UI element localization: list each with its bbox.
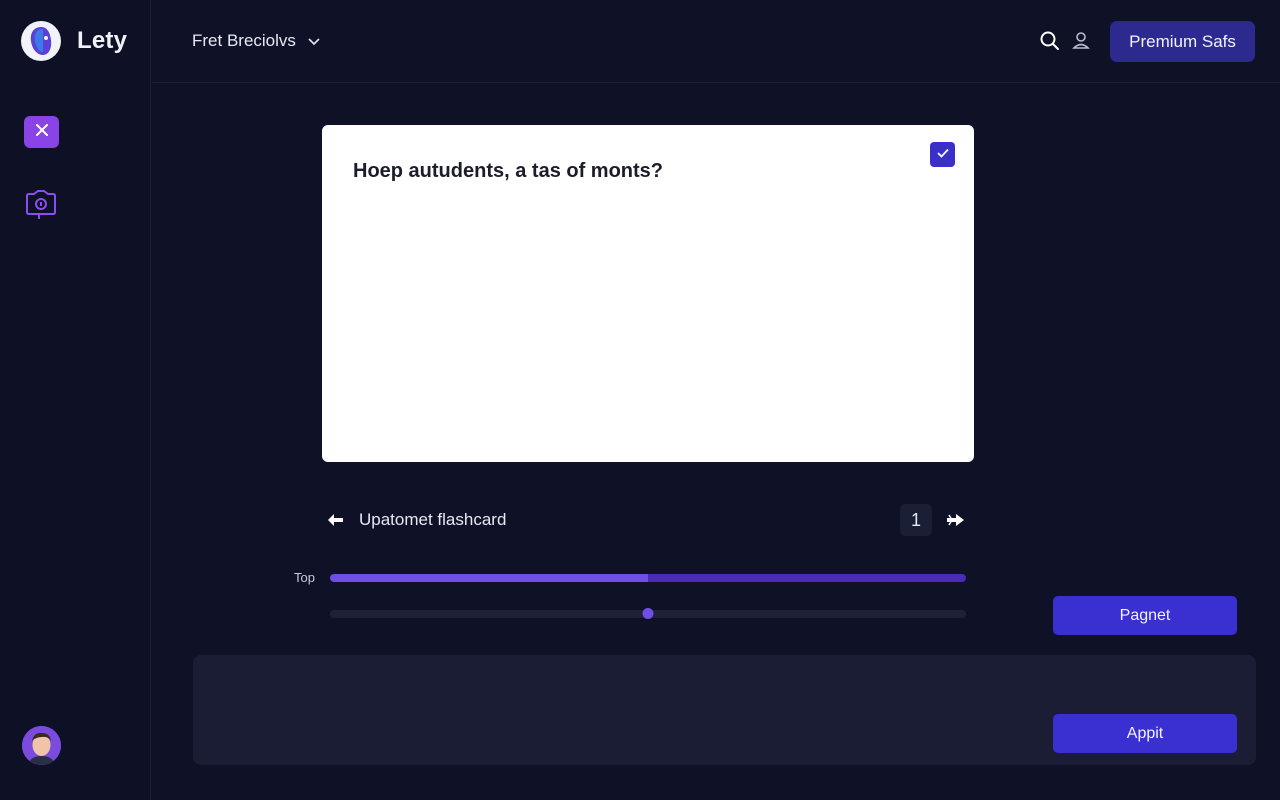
previous-button[interactable]	[326, 512, 344, 528]
sidebar-camera-button[interactable]	[24, 188, 58, 227]
pagnet-button[interactable]: Pagnet	[1053, 596, 1237, 635]
page-number[interactable]: 1	[900, 504, 932, 536]
flashcard-question: Hoep autudents, a tas of monts?	[353, 160, 664, 182]
app-name: Lety	[77, 27, 128, 54]
brand[interactable]: Lety	[21, 21, 127, 61]
progress-bar	[330, 574, 966, 582]
close-icon	[35, 123, 49, 142]
search-button[interactable]	[1039, 30, 1061, 52]
slider-thumb[interactable]	[642, 608, 654, 619]
premium-button[interactable]: Premium Safs	[1110, 21, 1255, 62]
progress-fill	[330, 574, 648, 582]
arrow-right-icon	[946, 514, 966, 532]
flashcard[interactable]: Hoep autudents, a tas of monts?	[322, 125, 974, 462]
chevron-down-icon	[308, 31, 320, 51]
navigation-label: Upatomet flashcard	[359, 510, 507, 529]
deck-selector-label: Fret Breciolvs	[192, 31, 296, 50]
appit-button[interactable]: Appit	[1053, 714, 1237, 753]
user-icon	[1072, 32, 1090, 55]
next-button[interactable]	[946, 512, 966, 528]
check-icon	[936, 146, 950, 164]
app-root: Lety Fret Breciolvs Premium Safs Hoep au…	[0, 0, 1280, 800]
camera-icon	[25, 188, 57, 227]
avatar[interactable]	[22, 726, 61, 765]
flashcard-checkbox[interactable]	[930, 142, 955, 167]
top-bar: Fret Breciolvs Premium Safs	[152, 0, 1280, 83]
position-slider[interactable]	[330, 608, 966, 619]
deck-selector[interactable]: Fret Breciolvs	[192, 31, 320, 51]
flashcard-navigation: Upatomet flashcard 1	[322, 503, 974, 537]
progress-label: Top	[294, 570, 315, 585]
search-icon	[1039, 31, 1061, 56]
user-button[interactable]	[1072, 31, 1090, 51]
sidebar-close-button[interactable]	[24, 116, 59, 148]
sidebar: Lety	[0, 0, 151, 800]
arrow-left-icon	[326, 514, 344, 532]
brand-logo	[21, 21, 61, 61]
